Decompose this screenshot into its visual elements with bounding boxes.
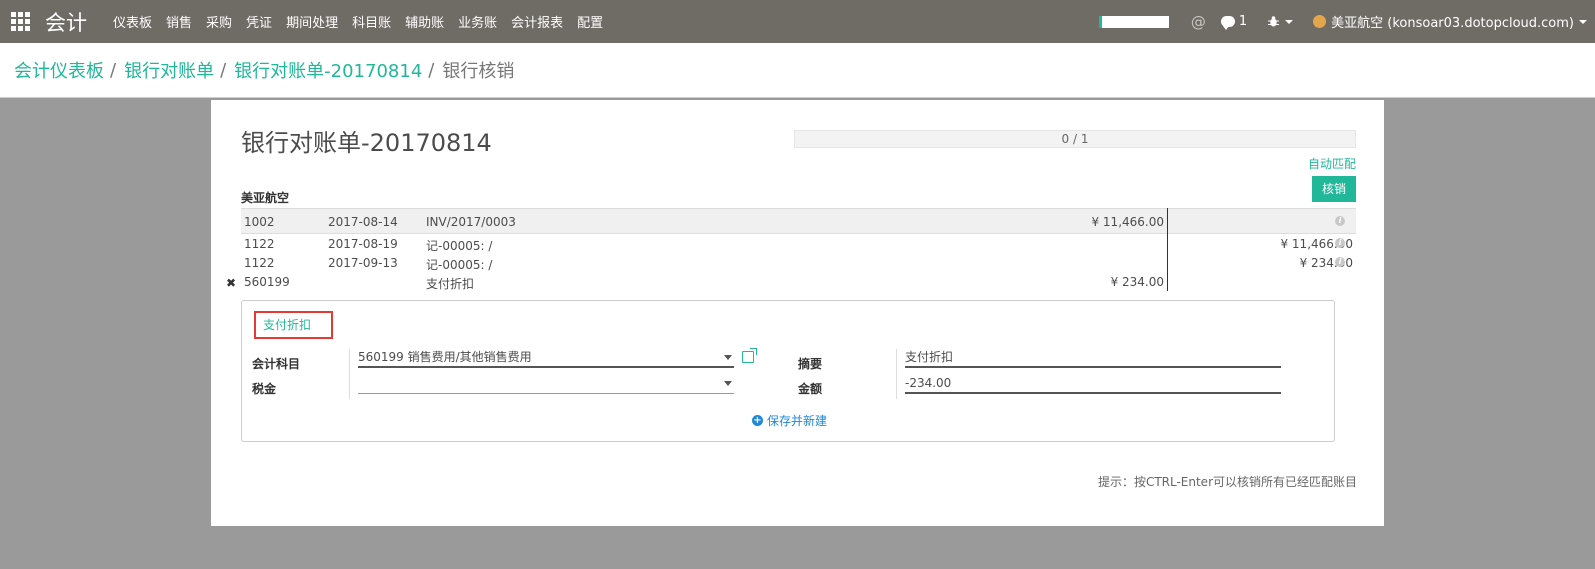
breadcrumb-dashboard[interactable]: 会计仪表板 xyxy=(14,57,104,83)
navbar-search-input[interactable] xyxy=(1098,15,1169,28)
apps-grid-icon[interactable] xyxy=(11,11,31,32)
menu-item-business-ledger[interactable]: 业务账 xyxy=(458,12,497,31)
chat-count: 1 xyxy=(1238,14,1248,29)
breadcrumb: 会计仪表板 / 银行对账单 / 银行对账单-20170814 / 银行核销 xyxy=(0,43,1595,98)
save-and-new-button[interactable]: + 保存并新建 xyxy=(752,412,827,429)
save-and-new-label: 保存并新建 xyxy=(767,414,828,428)
chat-icon xyxy=(1220,16,1235,30)
remove-line-icon[interactable]: ✖ xyxy=(226,276,236,290)
field-separator xyxy=(896,349,897,399)
line-ref: 记-00005: / xyxy=(426,258,493,272)
partner-name: 美亚航空 xyxy=(241,191,290,205)
line-debit: ¥ 234.00 xyxy=(1110,275,1164,289)
breadcrumb-current: 银行核销 xyxy=(442,61,515,82)
line-ref: 支付折扣 xyxy=(426,277,475,291)
chevron-down-icon xyxy=(724,355,732,360)
amount-input[interactable]: -234.00 xyxy=(905,374,1281,394)
chevron-down-icon xyxy=(1579,19,1587,24)
breadcrumb-separator: / xyxy=(428,59,435,81)
amount-value: -234.00 xyxy=(905,376,952,390)
breadcrumb-separator: / xyxy=(220,59,227,81)
progress-bar: 0 / 1 xyxy=(794,130,1356,148)
menu-item-purchase[interactable]: 采购 xyxy=(206,12,232,31)
info-icon[interactable]: i xyxy=(1335,257,1345,267)
line-account: 1002 xyxy=(244,215,275,229)
menu-item-account-ledger[interactable]: 科目账 xyxy=(352,12,391,31)
account-label: 会计科目 xyxy=(252,357,301,371)
page-title: 银行对账单-20170814 xyxy=(241,129,492,157)
plus-circle-icon: + xyxy=(752,415,763,426)
line-credit: ¥ 234.00 xyxy=(1299,256,1353,270)
create-line-panel: 支付折扣 会计科目 税金 560199 销售费用/其他销售费用 摘要 金额 支付… xyxy=(241,300,1335,442)
user-menu[interactable]: 美亚航空 (konsoar03.dotopcloud.com) xyxy=(1313,12,1587,31)
tax-select[interactable] xyxy=(358,374,734,394)
discount-line[interactable]: 560199 支付折扣 ¥ 234.00 xyxy=(241,272,1356,291)
info-icon[interactable]: i xyxy=(1335,216,1345,226)
menu-item-sales[interactable]: 销售 xyxy=(166,12,192,31)
account-value: 560199 销售费用/其他销售费用 xyxy=(358,350,532,364)
move-lines: 1002 2017-08-14 INV/2017/0003 ¥ 11,466.0… xyxy=(241,208,1356,291)
line-date: 2017-08-19 xyxy=(328,237,398,251)
menu-item-config[interactable]: 配置 xyxy=(577,12,603,31)
keyboard-hint: 提示：按CTRL-Enter可以核销所有已经匹配账目 xyxy=(1097,475,1357,489)
reconciliation-sheet: 银行对账单-20170814 0 / 1 自动匹配 核销 美亚航空 1002 2… xyxy=(211,100,1384,526)
main-menu: 仪表板 销售 采购 凭证 期间处理 科目账 辅助账 业务账 会计报表 配置 xyxy=(113,12,617,31)
info-icon[interactable]: i xyxy=(1335,238,1345,248)
menu-item-aux-ledger[interactable]: 辅助账 xyxy=(405,12,444,31)
debug-menu-button[interactable] xyxy=(1267,15,1294,28)
tab-payment-discount[interactable]: 支付折扣 xyxy=(254,311,333,339)
line-ref: 记-00005: / xyxy=(426,239,493,253)
messages-button[interactable]: 1 xyxy=(1220,14,1248,30)
column-divider xyxy=(1167,208,1168,291)
matched-line[interactable]: 1122 2017-09-13 记-00005: / ¥ 234.00 xyxy=(241,253,1356,272)
amount-label: 金额 xyxy=(798,382,823,396)
line-debit: ¥ 11,466.00 xyxy=(1091,215,1164,229)
mention-icon[interactable]: @ xyxy=(1191,13,1206,31)
navbar-right: @ 1 美亚航空 (konsoar03.dotopcloud.com) xyxy=(1098,0,1595,43)
tax-label: 税金 xyxy=(252,382,277,396)
menu-item-reports[interactable]: 会计报表 xyxy=(511,12,563,31)
reconcile-button[interactable]: 核销 xyxy=(1312,176,1356,202)
line-account: 1122 xyxy=(244,237,275,251)
description-input[interactable]: 支付折扣 xyxy=(905,348,1281,368)
top-navbar: 会计 仪表板 销售 采购 凭证 期间处理 科目账 辅助账 业务账 会计报表 配置… xyxy=(0,0,1595,43)
breadcrumb-separator: / xyxy=(110,59,117,81)
progress-text: 0 / 1 xyxy=(1061,132,1089,146)
app-title: 会计 xyxy=(45,10,87,35)
line-account: 1122 xyxy=(244,256,275,270)
avatar xyxy=(1313,15,1327,28)
menu-item-vouchers[interactable]: 凭证 xyxy=(246,12,272,31)
matched-line[interactable]: 1122 2017-08-19 记-00005: / ¥ 11,466.00 xyxy=(241,234,1356,253)
external-link-icon[interactable] xyxy=(742,348,757,363)
account-select[interactable]: 560199 销售费用/其他销售费用 xyxy=(358,348,734,368)
auto-match-link[interactable]: 自动匹配 xyxy=(1308,155,1356,172)
breadcrumb-bank-statements[interactable]: 银行对账单 xyxy=(124,57,214,83)
field-separator xyxy=(349,349,350,399)
line-ref: INV/2017/0003 xyxy=(426,215,516,229)
description-label: 摘要 xyxy=(798,357,823,371)
bug-icon xyxy=(1268,16,1280,27)
breadcrumb-statement[interactable]: 银行对账单-20170814 xyxy=(234,57,422,83)
menu-item-period[interactable]: 期间处理 xyxy=(286,12,338,31)
chevron-down-icon xyxy=(1285,19,1294,24)
menu-item-dashboard[interactable]: 仪表板 xyxy=(113,12,152,31)
statement-line[interactable]: 1002 2017-08-14 INV/2017/0003 ¥ 11,466.0… xyxy=(241,208,1356,234)
description-value: 支付折扣 xyxy=(905,350,954,364)
line-date: 2017-09-13 xyxy=(328,256,398,270)
chevron-down-icon xyxy=(724,381,732,386)
user-name: 美亚航空 (konsoar03.dotopcloud.com) xyxy=(1331,16,1574,31)
line-date: 2017-08-14 xyxy=(328,215,398,229)
line-account: 560199 xyxy=(244,275,290,289)
